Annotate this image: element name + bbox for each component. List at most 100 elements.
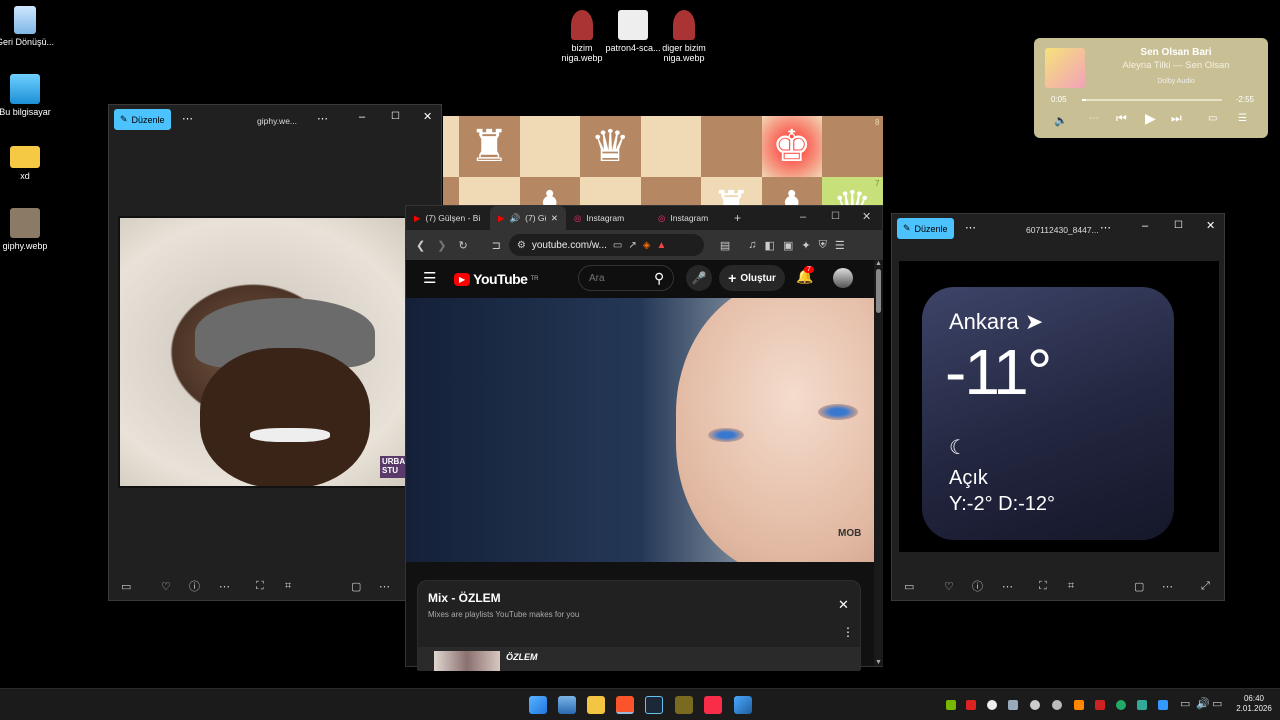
- edit-button[interactable]: ✎ Düzenle: [114, 109, 171, 130]
- game-icon[interactable]: [675, 696, 693, 714]
- tray-steam-icon[interactable]: [1008, 700, 1018, 710]
- scroll-down-icon[interactable]: ▼: [874, 659, 883, 666]
- address-bar[interactable]: ⚙ youtube.com/w... ▭ ↗ ◈ ▲: [508, 234, 704, 256]
- sidebar-icon[interactable]: ◧: [765, 239, 775, 252]
- expand-icon[interactable]: ⤢: [1201, 580, 1210, 593]
- media-progress[interactable]: [1082, 99, 1222, 101]
- more-icon[interactable]: ⋯: [219, 580, 230, 593]
- crop-icon[interactable]: ⌗: [1068, 580, 1074, 593]
- volume-icon[interactable]: 🔈: [1054, 114, 1068, 127]
- queue-icon[interactable]: ☰: [1238, 113, 1247, 124]
- zoom-icon[interactable]: ⛶: [1039, 580, 1047, 593]
- volume-icon[interactable]: 🔊: [1196, 697, 1210, 710]
- black-king-check[interactable]: ♚: [761, 116, 822, 177]
- video-player[interactable]: MOB: [406, 298, 874, 562]
- more-vertical-icon[interactable]: ⋮: [842, 625, 854, 639]
- clock[interactable]: 06:40 2.01.2026: [1230, 694, 1278, 715]
- start-icon[interactable]: [529, 696, 547, 714]
- more-icon[interactable]: ⋯: [182, 112, 193, 125]
- tray-msi-icon[interactable]: [1095, 700, 1105, 710]
- chess-board[interactable]: ♜ ♛ ♚ 8 ♟ ♜ ♟ ♛ 7: [443, 116, 884, 208]
- fit-icon[interactable]: ▢: [1134, 580, 1144, 593]
- leo-icon[interactable]: ✦: [801, 239, 810, 252]
- favorite-icon[interactable]: ♡: [161, 580, 171, 593]
- more-icon[interactable]: ⋯: [1100, 221, 1111, 234]
- minimize-icon[interactable]: –: [800, 211, 806, 223]
- tab-youtube-active[interactable]: ▶ 🔊 (7) Gü ✕: [490, 206, 566, 230]
- tab-instagram-1[interactable]: ◎ Instagram: [566, 206, 650, 230]
- wallet-icon[interactable]: ▣: [783, 239, 793, 252]
- share-icon[interactable]: ↗: [628, 240, 636, 251]
- notifications-button[interactable]: 🔔 7: [796, 266, 814, 285]
- more-icon[interactable]: ⋯: [379, 580, 390, 593]
- tray-discord-icon[interactable]: [987, 700, 997, 710]
- previous-icon[interactable]: ⏮: [1116, 111, 1127, 126]
- this-pc-icon[interactable]: Bu bilgisayar: [0, 74, 57, 117]
- youtube-logo[interactable]: ▶ YouTube TR: [454, 271, 538, 287]
- network-icon[interactable]: ▭: [1180, 697, 1190, 710]
- paint-icon[interactable]: [734, 696, 752, 714]
- giphy-file-icon[interactable]: giphy.webp: [0, 208, 57, 251]
- browser-window[interactable]: ▶ (7) Gülşen - Bi ▶ 🔊 (7) Gü ✕ ◎ Instagr…: [405, 205, 883, 671]
- scrollbar[interactable]: ▲ ▼: [874, 260, 883, 666]
- more-icon[interactable]: ⋯: [1002, 580, 1013, 593]
- tray-red-icon[interactable]: [966, 700, 976, 710]
- scroll-up-icon[interactable]: ▲: [874, 260, 883, 267]
- brave-shield-icon[interactable]: ◈: [643, 240, 651, 251]
- folder-icon[interactable]: xd: [0, 142, 57, 181]
- file3-icon[interactable]: diger bizim niga.webp: [652, 10, 716, 64]
- play-icon[interactable]: ▶: [1145, 110, 1156, 127]
- crop-icon[interactable]: ⌗: [285, 580, 291, 593]
- cast-icon[interactable]: ▭: [613, 240, 622, 251]
- forward-icon[interactable]: ❯: [437, 239, 446, 252]
- avatar[interactable]: [833, 268, 853, 288]
- photos-window-left[interactable]: ✎ Düzenle ⋯ giphy.we... ⋯ – ☐ ✕ URBA STU…: [108, 104, 442, 601]
- scroll-thumb[interactable]: [876, 269, 881, 313]
- bookmark-icon[interactable]: ⊐: [492, 239, 501, 252]
- site-info-icon[interactable]: ⚙: [517, 240, 526, 251]
- tray-blue-icon[interactable]: [1158, 700, 1168, 710]
- close-icon[interactable]: ✕: [1206, 219, 1215, 232]
- apple-music-icon[interactable]: [704, 696, 722, 714]
- reload-icon[interactable]: ↻: [458, 239, 467, 252]
- zoom-icon[interactable]: ⛶: [256, 580, 264, 593]
- next-icon[interactable]: ⏭: [1171, 111, 1182, 126]
- more-icon[interactable]: ⋯: [965, 221, 976, 234]
- search-icon[interactable]: ⚲: [654, 270, 664, 287]
- file-explorer-icon[interactable]: [587, 696, 605, 714]
- info-icon[interactable]: ⓘ: [189, 578, 200, 594]
- tab-youtube-1[interactable]: ▶ (7) Gülşen - Bi: [406, 206, 490, 230]
- close-tab-icon[interactable]: ✕: [551, 213, 558, 224]
- recycle-bin-icon[interactable]: Geri Dönüşü...: [0, 6, 57, 47]
- close-icon[interactable]: ✕: [862, 210, 871, 223]
- create-button[interactable]: + Oluştur: [719, 265, 785, 291]
- minimize-icon[interactable]: –: [359, 111, 365, 123]
- playlist-item[interactable]: ÖZLEM: [418, 647, 860, 671]
- menu-icon[interactable]: ☰: [835, 239, 845, 252]
- back-icon[interactable]: ❮: [416, 239, 425, 252]
- close-icon[interactable]: ✕: [838, 597, 849, 613]
- tray-orange-icon[interactable]: [1074, 700, 1084, 710]
- tab-instagram-2[interactable]: ◎ Instagram: [650, 206, 734, 230]
- filmstrip-icon[interactable]: ▭: [121, 580, 131, 593]
- battery-icon[interactable]: ▭: [1212, 697, 1222, 710]
- tray-nvidia-icon[interactable]: [946, 700, 956, 710]
- more-icon[interactable]: ⋯: [1089, 113, 1099, 124]
- black-queen[interactable]: ♛: [580, 116, 641, 177]
- maximize-icon[interactable]: ☐: [831, 211, 840, 222]
- steam-icon[interactable]: [645, 696, 663, 714]
- vpn-icon[interactable]: ⛨: [819, 239, 827, 252]
- more-icon[interactable]: ⋯: [317, 112, 328, 125]
- tray-settings-icon[interactable]: [1052, 700, 1062, 710]
- black-rook[interactable]: ♜: [459, 116, 520, 177]
- widgets-icon[interactable]: [558, 696, 576, 714]
- favorite-icon[interactable]: ♡: [944, 580, 954, 593]
- minimize-icon[interactable]: –: [1142, 220, 1148, 232]
- new-tab-button[interactable]: +: [734, 206, 754, 230]
- photos-window-right[interactable]: ✎ Düzenle ⋯ 607112430_8447... ⋯ – ☐ ✕ An…: [891, 213, 1225, 601]
- tray-app-icon[interactable]: [1030, 700, 1040, 710]
- close-icon[interactable]: ✕: [423, 110, 432, 123]
- reader-icon[interactable]: ▤: [720, 239, 730, 252]
- search-box[interactable]: ⚲: [578, 265, 674, 291]
- tray-defender-icon[interactable]: [1137, 700, 1147, 710]
